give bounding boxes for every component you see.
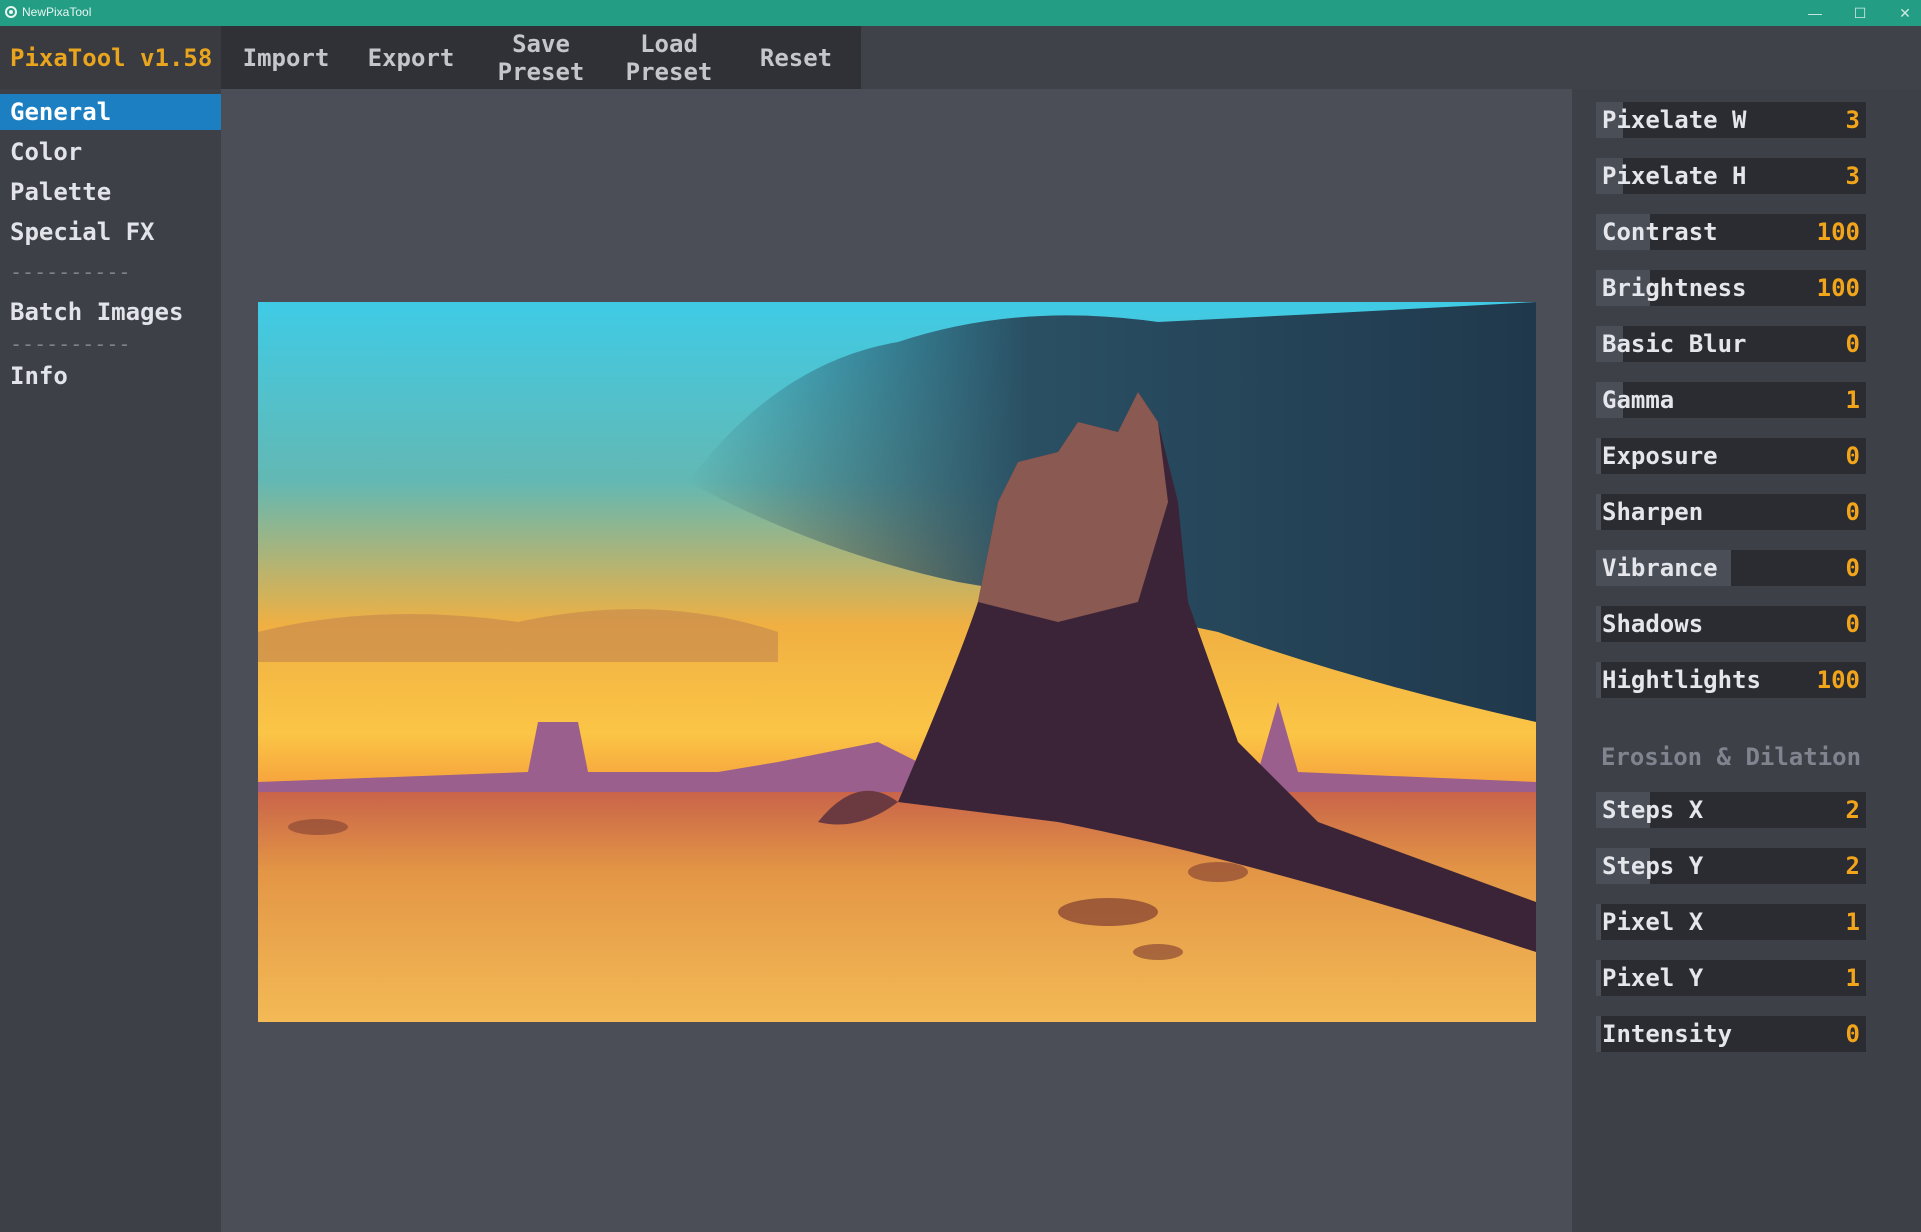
save-preset-label-line1: Save — [512, 29, 570, 58]
slider-value: 3 — [1845, 162, 1860, 190]
app-gear-icon — [5, 6, 17, 18]
slider-value: 0 — [1845, 1020, 1860, 1048]
erosion-dilation-title: Erosion & Dilation — [1600, 743, 1862, 771]
slider-fill — [1596, 438, 1602, 474]
slider-intensity[interactable]: Intensity 0 — [1596, 1016, 1866, 1052]
slider-value: 100 — [1816, 666, 1860, 694]
slider-value: 1 — [1845, 964, 1860, 992]
slider-label: Brightness — [1602, 274, 1747, 302]
export-button[interactable]: Export — [356, 26, 466, 89]
minimize-icon[interactable]: — — [1793, 0, 1837, 26]
slider-label: Pixel X — [1602, 908, 1704, 936]
slider-value: 0 — [1845, 610, 1860, 638]
load-preset-label-line1: Load — [640, 29, 698, 58]
slider-value: 100 — [1816, 274, 1860, 302]
sidebar-item-special-fx[interactable]: Special FX — [0, 214, 221, 250]
slider-value: 0 — [1845, 498, 1860, 526]
reset-button[interactable]: Reset — [741, 26, 851, 89]
sidebar-divider: ---------- — [10, 260, 131, 284]
slider-gamma[interactable]: Gamma 1 — [1596, 382, 1866, 418]
desert-castle-image — [258, 302, 1536, 1022]
slider-exposure[interactable]: Exposure 0 — [1596, 438, 1866, 474]
slider-fill — [1596, 662, 1602, 698]
sidebar-divider: ---------- — [10, 332, 131, 356]
slider-value: 3 — [1845, 106, 1860, 134]
slider-fill — [1596, 1016, 1602, 1052]
slider-label: Steps X — [1602, 796, 1704, 824]
slider-hightlights[interactable]: Hightlights 100 — [1596, 662, 1866, 698]
window-title: NewPixaTool — [22, 5, 92, 19]
image-preview[interactable] — [258, 302, 1536, 1022]
slider-steps-x[interactable]: Steps X 2 — [1596, 792, 1866, 828]
slider-value: 0 — [1845, 554, 1860, 582]
slider-label: Pixel Y — [1602, 964, 1704, 992]
load-preset-label-line2: Preset — [625, 57, 713, 86]
slider-label: Exposure — [1602, 442, 1718, 470]
slider-label: Sharpen — [1602, 498, 1704, 526]
brand-title: PixaTool v1.58 — [10, 44, 213, 72]
brand-header: PixaTool v1.58 — [0, 26, 221, 89]
sidebar-item-batch-images[interactable]: Batch Images — [0, 294, 221, 330]
slider-shadows[interactable]: Shadows 0 — [1596, 606, 1866, 642]
slider-fill — [1596, 904, 1602, 940]
slider-label: Intensity — [1602, 1020, 1733, 1048]
sidebar-item-color[interactable]: Color — [0, 134, 221, 170]
slider-value: 1 — [1845, 386, 1860, 414]
slider-value: 2 — [1845, 796, 1860, 824]
slider-label: Pixelate W — [1602, 106, 1747, 134]
slider-label: Shadows — [1602, 610, 1704, 638]
slider-label: Steps Y — [1602, 852, 1704, 880]
slider-pixelate-h[interactable]: Pixelate H 3 — [1596, 158, 1866, 194]
slider-value: 100 — [1816, 218, 1860, 246]
close-icon[interactable]: ✕ — [1883, 0, 1921, 26]
slider-fill — [1596, 606, 1602, 642]
load-preset-button[interactable]: Load Preset — [609, 26, 729, 89]
slider-sharpen[interactable]: Sharpen 0 — [1596, 494, 1866, 530]
slider-label: Basic Blur — [1602, 330, 1747, 358]
slider-value: 1 — [1845, 908, 1860, 936]
slider-fill — [1596, 494, 1602, 530]
save-preset-label-line2: Preset — [497, 57, 585, 86]
slider-value: 0 — [1845, 442, 1860, 470]
sidebar-item-general[interactable]: General — [0, 94, 221, 130]
slider-value: 0 — [1845, 330, 1860, 358]
slider-label: Hightlights — [1602, 666, 1761, 694]
slider-label: Gamma — [1602, 386, 1675, 414]
sidebar: PixaTool v1.58 General Color Palette Spe… — [0, 26, 221, 1232]
toolbar-empty-area — [861, 26, 1921, 89]
sidebar-item-info[interactable]: Info — [0, 358, 221, 394]
slider-pixel-y[interactable]: Pixel Y 1 — [1596, 960, 1866, 996]
slider-basic-blur[interactable]: Basic Blur 0 — [1596, 326, 1866, 362]
settings-panel — [1572, 89, 1921, 1232]
save-preset-button[interactable]: Save Preset — [481, 26, 601, 89]
window-titlebar: NewPixaTool — ☐ ✕ — [0, 0, 1921, 26]
slider-contrast[interactable]: Contrast 100 — [1596, 214, 1866, 250]
slider-pixel-x[interactable]: Pixel X 1 — [1596, 904, 1866, 940]
slider-label: Pixelate H — [1602, 162, 1747, 190]
slider-value: 2 — [1845, 852, 1860, 880]
slider-vibrance[interactable]: Vibrance 0 — [1596, 550, 1866, 586]
slider-pixelate-w[interactable]: Pixelate W 3 — [1596, 102, 1866, 138]
maximize-icon[interactable]: ☐ — [1838, 0, 1882, 26]
toolbar: Import Export Save Preset Load Preset Re… — [221, 26, 861, 89]
slider-label: Vibrance — [1602, 554, 1718, 582]
slider-brightness[interactable]: Brightness 100 — [1596, 270, 1866, 306]
slider-steps-y[interactable]: Steps Y 2 — [1596, 848, 1866, 884]
slider-label: Contrast — [1602, 218, 1718, 246]
sidebar-item-palette[interactable]: Palette — [0, 174, 221, 210]
slider-fill — [1596, 960, 1602, 996]
import-button[interactable]: Import — [231, 26, 341, 89]
